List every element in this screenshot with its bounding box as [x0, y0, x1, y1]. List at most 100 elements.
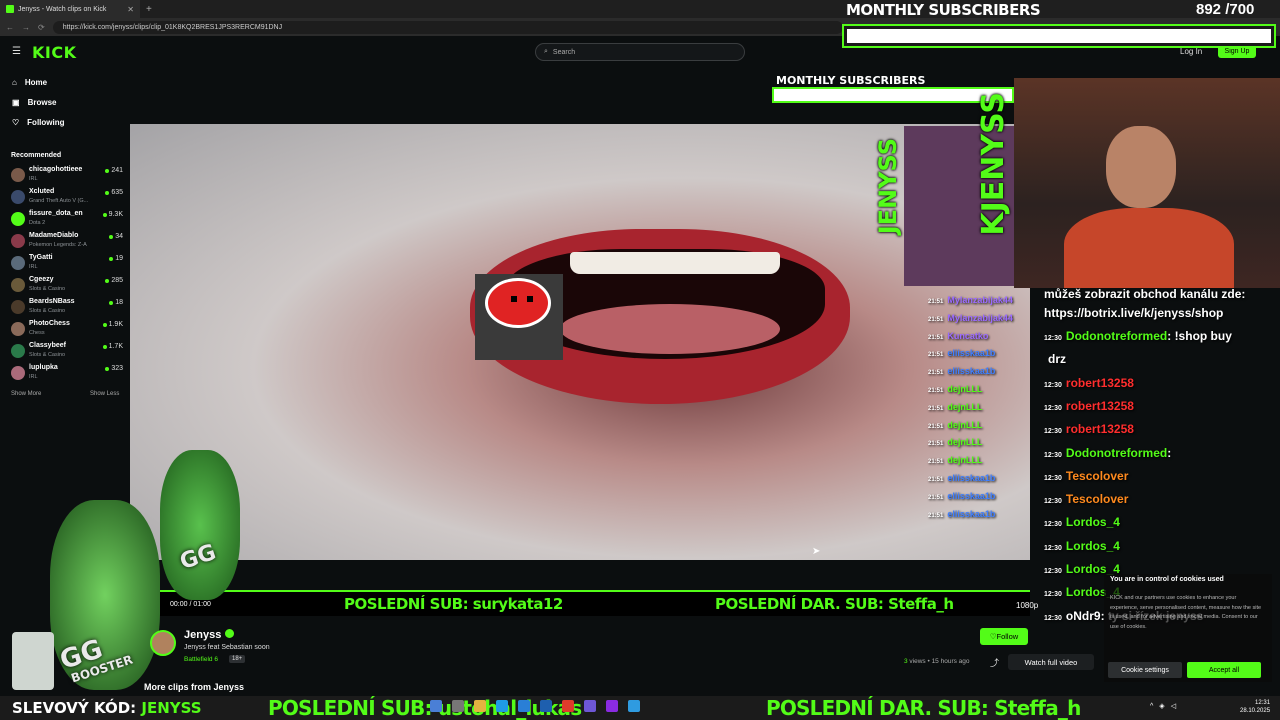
chat-username[interactable]: oNdr9	[1066, 609, 1101, 623]
volume-icon[interactable]: ◁	[1171, 702, 1176, 710]
heart-icon: ♡	[989, 632, 997, 641]
avatar	[11, 212, 25, 226]
avatar	[11, 344, 25, 358]
app-icon[interactable]	[606, 700, 618, 712]
sidebar-channel[interactable]: luplupka IRL 323	[11, 364, 123, 386]
sidebar-channel[interactable]: Xcluted Grand Theft Auto V (G... 635	[11, 188, 123, 210]
chat-username[interactable]: eliisskaa1b	[947, 366, 995, 376]
channel-category: Slots & Casino	[29, 352, 66, 358]
viewer-count: 34	[109, 233, 123, 240]
channel-name: Cgeezy	[29, 276, 54, 283]
accept-all-button[interactable]: Accept all	[1187, 662, 1261, 678]
sidebar-channel[interactable]: MadameDiablo Pokemon Legends: Z-A 34	[11, 232, 123, 254]
chat-text: : !shop buy	[1167, 329, 1232, 343]
chat-username[interactable]: Kuncatko	[947, 331, 988, 341]
ticker-last-gift: POSLEDNÍ DAR. SUB: Steffa_h	[715, 595, 954, 613]
sidebar-item-browse[interactable]: ▣ Browse	[12, 98, 56, 107]
sidebar-channel[interactable]: Classybeef Slots & Casino 1.7K	[11, 342, 123, 364]
search-input[interactable]: ⌕ Search	[535, 43, 745, 61]
chat-username[interactable]: Lordos_4	[1066, 539, 1120, 553]
chat-username[interactable]: dejnLLL	[947, 455, 982, 465]
forward-icon[interactable]: →	[22, 23, 30, 32]
task-view-icon[interactable]	[452, 700, 464, 712]
clip-category[interactable]: Battlefield 6	[184, 656, 218, 663]
chat-username[interactable]: Dodonotreformed	[1066, 329, 1167, 343]
back-icon[interactable]: ←	[6, 23, 14, 32]
monthly-subs-progress	[842, 24, 1276, 48]
kick-logo[interactable]: KICK	[32, 43, 77, 62]
channel-name: fissure_dota_en	[29, 210, 83, 217]
chat-username[interactable]: eliisskaa1b	[947, 491, 995, 501]
edge-icon[interactable]	[496, 700, 508, 712]
chat-username[interactable]: Mylanzabijak44	[947, 295, 1013, 305]
telegram-icon[interactable]	[628, 700, 640, 712]
chat-username[interactable]: robert13258	[1066, 422, 1134, 436]
chat-username[interactable]: dejnLLL	[947, 420, 982, 430]
chat-username[interactable]: eliisskaa1b	[947, 348, 995, 358]
chat-username[interactable]: dejnLLL	[947, 384, 982, 394]
chat-text: drz	[1048, 352, 1066, 367]
live-dot-icon	[105, 168, 110, 173]
viewer-count: 1.9K	[102, 321, 123, 328]
show-more-button[interactable]: Show More	[11, 391, 41, 397]
live-dot-icon	[109, 234, 114, 239]
show-less-button[interactable]: Show Less	[90, 391, 119, 397]
channel-name: PhotoChess	[29, 320, 70, 327]
live-dot-icon	[109, 300, 114, 305]
cookie-settings-button[interactable]: Cookie settings	[1108, 662, 1182, 678]
chat-username[interactable]: Dodonotreformed	[1066, 446, 1167, 460]
chat-username[interactable]: dejnLLL	[947, 437, 982, 447]
chat-message: drz	[1044, 352, 1066, 366]
quality-button[interactable]: 1080p	[1016, 601, 1038, 610]
url-input[interactable]: https://kick.com/jenyss/clips/clip_01K8K…	[52, 20, 843, 34]
discord-icon[interactable]	[584, 700, 596, 712]
chat-username[interactable]: robert13258	[1066, 376, 1134, 390]
chevron-up-icon[interactable]: ^	[1150, 703, 1153, 710]
streamer-name[interactable]: Jenyss	[184, 629, 235, 641]
sidebar-channel[interactable]: TyGatti IRL 19	[11, 254, 123, 276]
monthly-subs-label: MONTHLY SUBSCRIBERS	[846, 1, 1041, 19]
avatar[interactable]	[150, 630, 176, 656]
heart-icon: ♡	[12, 118, 20, 127]
chat-username[interactable]: Tescolover	[1066, 492, 1128, 506]
login-button[interactable]: Log In	[1180, 47, 1202, 56]
sidebar-channel[interactable]: Cgeezy Slots & Casino 285	[11, 276, 123, 298]
avatar	[11, 366, 25, 380]
menu-icon[interactable]: ☰	[12, 46, 22, 57]
chat-username[interactable]: Mylanzabijak44	[947, 313, 1013, 323]
chat-message: 21:51 eliisskaa1b	[928, 491, 995, 501]
chat-username[interactable]: Tescolover	[1066, 469, 1128, 483]
sidebar-channel[interactable]: fissure_dota_en Dota 2 9.3K	[11, 210, 123, 232]
streamer-body	[1064, 208, 1234, 288]
live-dot-icon	[105, 190, 110, 195]
system-tray: ^ ◈ ◁	[1150, 702, 1176, 711]
chat-username[interactable]: Lordos_4	[1066, 515, 1120, 529]
watch-full-video-button[interactable]: Watch full video	[1008, 654, 1094, 670]
share-icon[interactable]: ⤴	[990, 656, 999, 669]
reload-icon[interactable]: ⟳	[38, 23, 45, 32]
sidebar-channel[interactable]: PhotoChess Chess 1.9K	[11, 320, 123, 342]
store-icon[interactable]	[518, 700, 530, 712]
chat-username[interactable]: eliisskaa1b	[947, 473, 995, 483]
avatar	[11, 256, 25, 270]
close-tab-icon[interactable]: ✕	[127, 5, 134, 14]
chat-username[interactable]: eliisskaa1b	[947, 509, 995, 519]
chat-message: 12:30 Dodonotreformed:	[1044, 446, 1171, 460]
new-tab-icon[interactable]: +	[146, 4, 152, 15]
outlook-icon[interactable]	[540, 700, 552, 712]
chat-username[interactable]: robert13258	[1066, 399, 1134, 413]
taskbar-clock[interactable]: 12:31 28.10.2025	[1240, 699, 1270, 715]
sidebar-channel[interactable]: BeardsNBass Slots & Casino 18	[11, 298, 123, 320]
opera-icon[interactable]	[562, 700, 574, 712]
follow-button[interactable]: ♡ Follow	[980, 628, 1028, 645]
viewer-count: 285	[105, 277, 123, 284]
chat-username[interactable]: dejnLLL	[947, 402, 982, 412]
search-app-icon[interactable]	[430, 700, 442, 712]
explorer-icon[interactable]	[474, 700, 486, 712]
sidebar-channel[interactable]: chicagohottieee IRL 241	[11, 166, 123, 188]
chat-message: 12:30 Lordos_4	[1044, 515, 1120, 529]
sidebar-item-following[interactable]: ♡ Following	[12, 118, 65, 127]
browser-tab[interactable]: Jenyss - Watch clips on Kick ✕	[0, 0, 140, 18]
sidebar-item-home[interactable]: ⌂ Home	[12, 78, 47, 87]
network-icon[interactable]: ◈	[1159, 702, 1164, 710]
